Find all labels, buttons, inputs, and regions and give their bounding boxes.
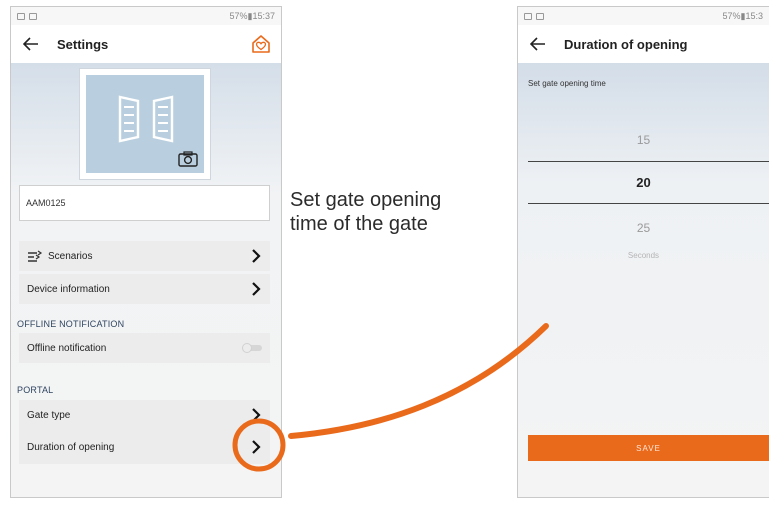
device-name-input[interactable]: AAM0125 (19, 185, 270, 221)
set-opening-time-label: Set gate opening time (528, 79, 606, 88)
picker-next-value[interactable]: 25 (518, 221, 769, 235)
duration-screen: 57%▮15:3 Duration of opening Set gate op… (517, 6, 769, 498)
chevron-right-icon (252, 440, 261, 454)
picker-bottom-divider (528, 203, 769, 204)
toggle-knob (242, 343, 252, 353)
settings-body: AAM0125 Scenarios Device information OFF… (11, 63, 281, 497)
app-bar: Settings (11, 25, 281, 63)
file-notification-icon (536, 12, 544, 20)
offline-notification-label: Offline notification (27, 342, 107, 354)
arrow-left-icon[interactable] (528, 34, 548, 54)
gate-type-label: Gate type (27, 409, 71, 421)
scenarios-icon (28, 250, 43, 262)
gate-type-row[interactable]: Gate type (19, 400, 270, 430)
save-button[interactable]: SAVE (528, 435, 769, 461)
app-bar: Duration of opening (518, 25, 769, 63)
status-bar: 57%▮15:37 (11, 7, 281, 25)
portal-section-header: PORTAL (17, 385, 54, 395)
image-notification-icon (17, 12, 25, 20)
duration-of-opening-label: Duration of opening (27, 441, 115, 453)
scenarios-label: Scenarios (48, 250, 93, 262)
arrow-left-icon[interactable] (21, 34, 41, 54)
offline-section-header: OFFLINE NOTIFICATION (17, 319, 125, 329)
chevron-right-icon (252, 408, 261, 422)
chevron-right-icon (252, 282, 261, 296)
callout-line-1: Set gate opening (290, 189, 442, 211)
duration-body: Set gate opening time 15 20 25 Seconds S… (518, 63, 769, 497)
scenarios-row[interactable]: Scenarios (19, 241, 270, 271)
device-information-row[interactable]: Device information (19, 274, 270, 304)
status-icons (524, 12, 544, 20)
status-bar-right: 57%▮15:37 (229, 10, 276, 21)
camera-icon[interactable] (178, 151, 198, 167)
image-notification-icon (524, 12, 532, 20)
status-bar-right: 57%▮15:3 (722, 10, 763, 21)
duration-of-opening-row[interactable]: Duration of opening (19, 430, 270, 464)
callout-line-2: time of the gate (290, 213, 428, 235)
home-heart-icon[interactable] (251, 34, 271, 54)
offline-notification-row[interactable]: Offline notification (19, 333, 270, 363)
picker-top-divider (528, 161, 769, 162)
file-notification-icon (29, 12, 37, 20)
picker-selected-value[interactable]: 20 (518, 175, 769, 190)
device-information-label: Device information (27, 283, 110, 295)
page-title: Duration of opening (564, 36, 688, 52)
picker-prev-value[interactable]: 15 (518, 133, 769, 147)
offline-notification-toggle[interactable] (242, 343, 262, 353)
connector-line (288, 323, 549, 439)
device-photo[interactable] (79, 68, 211, 180)
status-icons (17, 12, 37, 20)
settings-screen: 57%▮15:37 Settings AAM0125 Scenarios Dev… (10, 6, 282, 498)
callout-text: Set gate opening time of the gate (290, 188, 441, 236)
gate-icon (118, 95, 174, 143)
page-title: Settings (57, 36, 109, 52)
device-photo-image (86, 75, 204, 173)
chevron-right-icon (252, 249, 261, 263)
picker-unit-label: Seconds (627, 251, 660, 260)
status-bar: 57%▮15:3 (518, 7, 769, 25)
